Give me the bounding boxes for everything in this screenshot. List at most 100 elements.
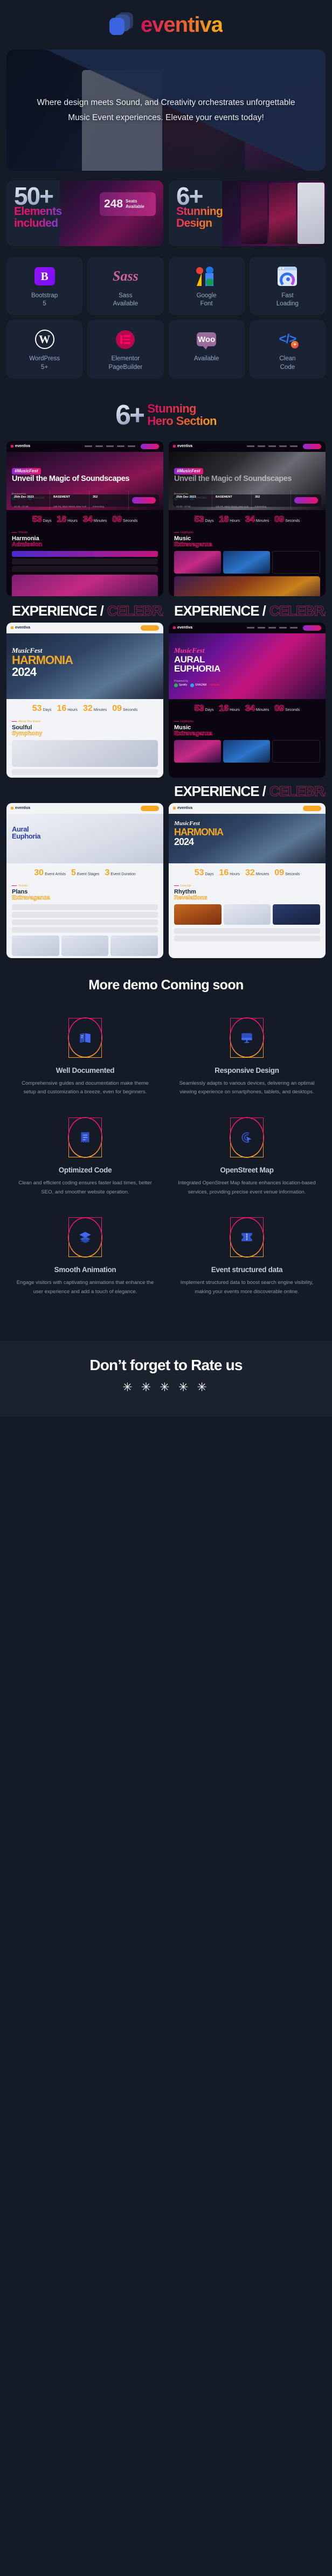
elementor-icon [115,329,136,350]
feature-label-1: Sass [119,292,133,299]
stat-artwork: 248 Seats Available [59,180,163,246]
demo-buy-ticket-button[interactable] [303,443,321,449]
demo-section-title-2: Extravaganza [174,541,213,548]
demo-rows [12,904,158,933]
feature-label-1: Bootstrap [31,292,58,299]
demo-buy-ticket-button[interactable] [141,443,159,449]
demo-grid-row-3: eventiva Aural Euphoria 30 Event Artists 5… [0,802,332,958]
demo-hero: Aural Euphoria [6,813,163,863]
marquee-row-2: EXPERIENCE / CELEBRATE [0,778,332,801]
demo-eyebrow: Highlights [174,720,320,723]
demo-powered-by: Powered by [174,679,189,683]
demo-eyebrow: About The Event [12,720,158,723]
demo-preview-1[interactable]: eventiva #MusicFest Unveil the Magic of … [6,441,163,596]
marquee-solid: EXPERIENCE [174,783,260,799]
demo-preview-4[interactable]: eventiva MusicFest AURAL EUPHORIA Powered… [169,622,326,778]
demo-countdown: 53 Days 16 Hours 32 Minutes 09 Seconds [194,868,300,877]
demo-section-title-2: Revelations [174,895,208,902]
benefit-title: Responsive Design [215,1066,279,1074]
demo-nav-brand: eventiva [177,444,193,449]
map-pointer-icon [240,1130,254,1144]
demo-get-ticket-button[interactable] [141,625,159,631]
feature-label-1: Elementor [111,355,140,362]
stat-label-line1: Stunning [176,205,223,218]
benefit-title: Well Documented [56,1066,115,1074]
demo-nav-brand: eventiva [15,626,31,630]
demo-rows [12,769,158,778]
demo-hero: MusicFest HARMONIA 2024 [6,633,163,699]
demo-navbar: eventiva [169,623,326,633]
google-font-icon [196,266,217,287]
benefit-title: Smooth Animation [54,1266,116,1274]
feature-label-2: Available [113,301,139,308]
demo-section-title-2: Extravaganza [12,895,51,902]
experience-marquee-left: EXPERIENCE / CELEBRATE [6,598,163,620]
feature-label-2: Code [280,364,295,371]
feature-woocommerce: Woo Available [168,320,245,379]
demo-hero: #MusicFest Unveil the Magic of Soundscap… [169,451,326,510]
demo-preview-5[interactable]: eventiva Aural Euphoria 30 Event Artists 5… [6,802,163,958]
demo-script-title: MusicFest [174,646,205,654]
feature-label-1: Fast [281,292,294,299]
demo-navbar: eventiva [169,803,326,814]
feature-label-1: Google [196,292,217,299]
demo-grid-row-2: eventiva MusicFest HARMONIA 2024 53 Days … [0,622,332,778]
book-icon [78,1031,92,1045]
demo-get-ticket-button[interactable] [303,805,321,811]
feature-elementor: Elementor PageBuilder [87,320,164,379]
section-spacer [0,1320,332,1341]
brand-name: eventiva [140,12,223,37]
benefit-title: OpenStreet Map [220,1165,274,1174]
benefit-card-grid: Well Documented Comprehensive guides and… [0,999,332,1321]
demo-preview-6[interactable]: eventiva MusicFest HARMONIA 2024 53 Days … [169,802,326,958]
sass-icon: Sass [113,268,139,284]
demo-buy-ticket-button[interactable] [141,805,159,811]
demo-interested-button[interactable] [294,497,318,504]
demo-hero: MusicFest AURAL EUPHORIA Powered by Spoti… [169,633,326,699]
demo-body: About The Event Soulful Symphony [6,717,163,778]
marquee-outline: CELEBRATE [269,783,326,799]
benefit-card-optimized-code: Optimized Code Clean and efficient codin… [4,1110,166,1206]
demo-hero-badge: #MusicFest [174,467,203,474]
demo-preview-2[interactable]: eventiva #MusicFest Unveil the Magic of … [169,441,326,596]
hero-tagline: Where design meets Sound, and Creativity… [37,98,295,122]
feature-bootstrap: B Bootstrap 5 [6,257,83,316]
rate-us-title: Don’t forget to Rate us [89,1357,243,1374]
benefit-card-smooth-animation: Smooth Animation Engage visitors with ca… [4,1210,166,1306]
stacked-squares-icon [109,12,133,37]
feature-label-2: PageBuilder [108,364,143,371]
demo-artist-chips [12,935,158,956]
demo-preview-3[interactable]: eventiva MusicFest HARMONIA 2024 53 Days … [6,622,163,778]
stat-card-elements: 248 Seats Available 50+ Elements include… [6,180,163,246]
demo-navbar: eventiva [169,441,326,452]
stat-label-line2: included [14,217,58,229]
stat-text: 6+ Stunning Design [176,184,223,229]
rate-us-stars[interactable]: ✳ ✳ ✳ ✳ ✳ [0,1380,332,1394]
demo-nav-brand: eventiva [15,806,31,811]
rate-us-footer: Don’t forget to Rate us ✳ ✳ ✳ ✳ ✳ [0,1341,332,1418]
feature-sass: Sass Sass Available [87,257,164,316]
demo-nav-links [247,627,298,629]
demo-grid-row-1: eventiva #MusicFest Unveil the Magic of … [0,441,332,596]
marquee-outline: CELEBRATE [269,602,326,619]
benefit-desc: Integrated OpenStreet Map feature enhanc… [178,1179,316,1195]
feature-google-font: Google Font [168,257,245,316]
seats-label-2: Available [126,204,144,209]
feature-label-1: Available [193,355,219,362]
benefit-card-well-documented: Well Documented Comprehensive guides and… [4,1010,166,1107]
benefit-desc: Engage visitors with captivating animati… [16,1280,154,1295]
demo-ticket-rows [12,550,158,572]
demo-photo [174,576,320,596]
demo-navbar: eventiva [6,803,163,814]
demo-eyebrow: Line-Up [174,884,320,888]
demo-section-title-2: Admission [12,541,43,548]
demo-buy-ticket-button[interactable] [303,625,321,631]
demo-body: Tickets Harmonia Admission [6,528,163,596]
demo-nav-brand: eventiva [177,626,193,630]
benefit-card-responsive-design: Responsive Design Seamlessly adapts to v… [166,1010,328,1107]
feature-label-2: Loading [276,301,299,308]
demo-interested-button[interactable] [132,497,156,504]
demo-navbar: eventiva [6,623,163,633]
more-demo-heading: More demo Coming soon [88,977,244,993]
demo-artist-chips [174,904,321,925]
